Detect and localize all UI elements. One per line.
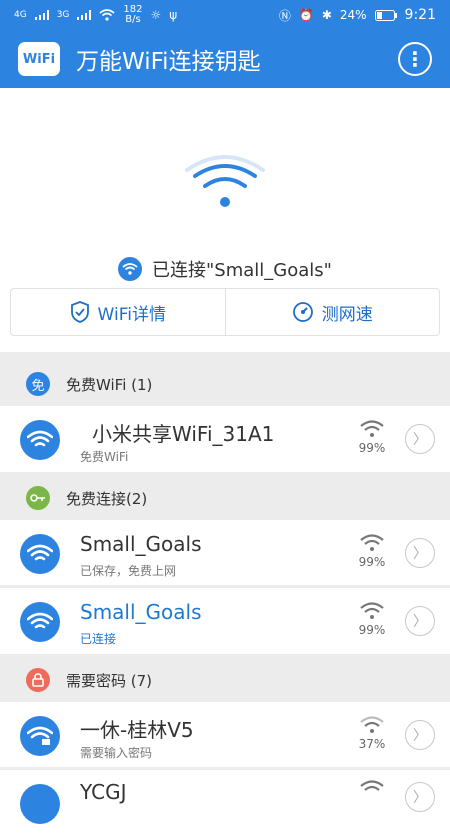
app-logo-text: WiFi: [22, 51, 56, 67]
chevron-right-icon[interactable]: 〉: [405, 538, 435, 568]
net-speed: 182 B/s: [123, 5, 142, 25]
speed-test-button[interactable]: 测网速: [224, 289, 440, 335]
signal-percent: 37%: [358, 737, 386, 751]
connection-panel: 已连接"Small_Goals" WiFi详情 测网速: [0, 88, 450, 352]
signal-strength: 37%: [356, 716, 388, 751]
network-name: YCGJ: [80, 780, 127, 804]
app-bar: WiFi 万能WiFi连接钥匙 ⋮: [0, 30, 450, 88]
speedometer-icon: [292, 302, 313, 322]
net-speed-unit: B/s: [125, 14, 141, 25]
wifi-icon: [20, 420, 60, 460]
more-options-button[interactable]: ⋮: [398, 42, 432, 76]
notification-icon: ☼: [150, 8, 162, 22]
network-name: Small_Goals: [80, 600, 202, 624]
signal-strength: 99%: [356, 602, 388, 637]
section-free-wifi-label: 免费WiFi (1): [66, 375, 153, 394]
network-row[interactable]: YCGJ 〉: [0, 770, 450, 836]
signal-percent: 99%: [358, 441, 386, 455]
row-divider: [0, 767, 450, 768]
cell-signal-icon-2: [77, 10, 92, 20]
network-status: 免费WiFi: [80, 450, 129, 464]
wifi-lock-icon: [20, 716, 60, 756]
section-free-connect: 免费连接(2): [0, 472, 450, 524]
chevron-right-icon[interactable]: 〉: [405, 720, 435, 750]
network-row-connected[interactable]: Small_Goals 已连接 99% 〉: [0, 588, 450, 654]
status-bar: 4G 3G 182 B/s ☼ ψ Ⓝ ⏰ ✱ 24% 9:21: [0, 0, 450, 30]
network-row[interactable]: 小米共享WiFi_31A1 免费WiFi 99% 〉: [0, 406, 450, 472]
network-status: 已连接: [80, 632, 117, 646]
section-need-password: 需要密码 (7): [0, 654, 450, 706]
section-free-wifi: 免 免费WiFi (1): [0, 358, 450, 410]
action-buttons: WiFi详情 测网速: [10, 288, 440, 336]
speed-test-label: 测网速: [321, 304, 373, 325]
wifi-connected-icon: [118, 257, 143, 281]
chevron-right-icon[interactable]: 〉: [405, 606, 435, 636]
wifi-signal-icon: [360, 780, 384, 791]
signal-strength: [356, 780, 388, 801]
wifi-icon: [20, 534, 60, 574]
wifi-signal-icon: [360, 716, 384, 733]
chevron-right-icon[interactable]: 〉: [405, 782, 435, 812]
status-bar-left: 4G 3G 182 B/s ☼ ψ: [14, 5, 177, 25]
bluetooth-icon: ✱: [321, 8, 332, 22]
signal-strength: 99%: [356, 534, 388, 569]
section-free-connect-label: 免费连接(2): [66, 489, 148, 508]
row-divider: [0, 585, 450, 586]
signal-percent: 99%: [358, 555, 386, 569]
wifi-large-icon: [185, 155, 265, 207]
network-name: 一休-桂林V5: [80, 718, 194, 742]
more-vertical-icon: ⋮: [405, 47, 425, 71]
section-need-password-label: 需要密码 (7): [66, 671, 153, 690]
signal-4g-indicator: 4G: [14, 10, 27, 20]
signal-strength: 99%: [356, 420, 388, 455]
free-badge-icon: 免: [26, 372, 50, 396]
battery-percent: 24%: [339, 8, 367, 22]
chevron-right-icon[interactable]: 〉: [405, 424, 435, 454]
signal-percent: 99%: [358, 623, 386, 637]
network-row[interactable]: 一休-桂林V5 需要输入密码 37% 〉: [0, 702, 450, 768]
wifi-signal-icon: [360, 534, 384, 551]
battery-icon: [374, 9, 397, 21]
free-badge-text: 免: [31, 378, 45, 394]
app-logo: WiFi: [18, 42, 60, 76]
wifi-icon: [20, 602, 60, 642]
cell-signal-icon: [34, 10, 49, 20]
connection-status: 已连接"Small_Goals": [0, 256, 450, 282]
network-name: 小米共享WiFi_31A1: [92, 422, 275, 446]
lock-icon: [26, 668, 50, 692]
usb-icon: ψ: [169, 8, 178, 22]
wifi-signal-icon: [360, 602, 384, 619]
nfc-icon: Ⓝ: [278, 8, 291, 23]
signal-3g-indicator: 3G: [56, 10, 70, 20]
clock: 9:21: [404, 7, 436, 23]
wifi-signal-icon: [360, 420, 384, 437]
shield-check-icon: [70, 301, 89, 323]
alarm-icon: ⏰: [298, 8, 314, 22]
wifi-detail-button[interactable]: WiFi详情: [11, 289, 225, 335]
network-status: 需要输入密码: [80, 746, 153, 760]
status-bar-right: Ⓝ ⏰ ✱ 24% 9:21: [279, 7, 436, 24]
network-name: Small_Goals: [80, 532, 202, 556]
key-icon: [26, 486, 50, 510]
network-row[interactable]: Small_Goals 已保存，免费上网 99% 〉: [0, 520, 450, 586]
wifi-status-icon: [99, 9, 115, 21]
wifi-icon: [20, 784, 60, 824]
wifi-detail-label: WiFi详情: [97, 304, 166, 325]
app-title: 万能WiFi连接钥匙: [76, 49, 261, 75]
connection-status-text: 已连接"Small_Goals": [152, 260, 332, 281]
network-status: 已保存，免费上网: [80, 564, 177, 578]
